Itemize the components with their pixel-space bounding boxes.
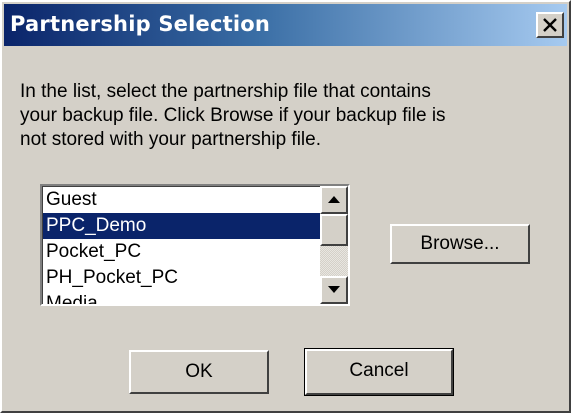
close-icon <box>543 18 557 32</box>
list-item-ph-pocket-pc[interactable]: PH_Pocket_PC <box>43 265 320 291</box>
instructions-line: not stored with your partnership file. <box>20 129 321 150</box>
list-item-pocket-pc[interactable]: Pocket_PC <box>43 239 320 265</box>
partnership-list: Guest PPC_Demo Pocket_PC PH_Pocket_PC Me… <box>42 186 320 304</box>
instructions-line: In the list, select the partnership file… <box>20 81 431 102</box>
scroll-thumb[interactable] <box>320 214 348 246</box>
scroll-up-button[interactable] <box>320 186 348 214</box>
list-item-guest[interactable]: Guest <box>43 187 320 213</box>
list-scrollbar[interactable] <box>320 186 348 304</box>
list-item-media[interactable]: Media <box>43 291 320 304</box>
instructions-text: In the list, select the partnership file… <box>20 80 540 152</box>
close-button[interactable] <box>536 12 564 38</box>
browse-button[interactable]: Browse... <box>390 224 530 264</box>
window-title: Partnership Selection <box>10 12 271 36</box>
partnership-listbox[interactable]: Guest PPC_Demo Pocket_PC PH_Pocket_PC Me… <box>40 184 350 306</box>
list-item-ppc-demo[interactable]: PPC_Demo <box>43 213 320 239</box>
arrow-down-icon <box>328 286 340 293</box>
partnership-selection-dialog: Partnership Selection In the list, selec… <box>0 0 571 413</box>
ok-button[interactable]: OK <box>129 350 269 394</box>
scroll-down-button[interactable] <box>320 276 348 304</box>
cancel-button[interactable]: Cancel <box>304 348 454 396</box>
cancel-button-label: Cancel <box>305 349 453 395</box>
title-bar[interactable]: Partnership Selection <box>4 4 567 46</box>
arrow-up-icon <box>328 196 340 203</box>
instructions-line: your backup file. Click Browse if your b… <box>20 105 446 126</box>
